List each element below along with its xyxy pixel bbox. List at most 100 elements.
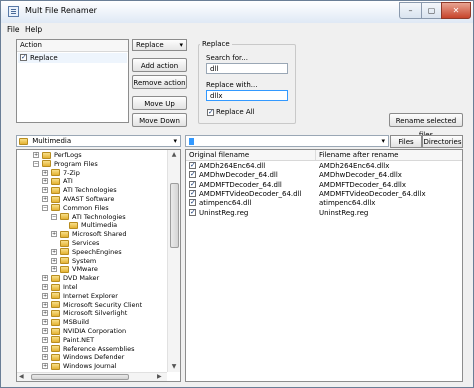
tree-item[interactable]: + Windows Defender [42, 353, 124, 361]
tree-horizontal-scrollbar[interactable]: ◀ ▶ [17, 372, 167, 381]
expand-icon[interactable]: + [51, 257, 57, 264]
expand-icon[interactable]: + [42, 196, 48, 202]
filter-dropdown[interactable]: ▾ [185, 135, 389, 147]
tree-item-label: NVIDIA Corporation [63, 327, 127, 335]
action-row-replace[interactable]: ✓ Replace [18, 53, 127, 63]
expand-icon[interactable]: + [42, 354, 48, 361]
title-bar[interactable]: Mult File Renamer – ▢ ✕ [1, 1, 473, 23]
collapse-icon[interactable]: − [51, 213, 57, 220]
expand-icon[interactable]: + [42, 301, 48, 308]
action-list-header[interactable]: Action [17, 40, 128, 52]
tree-scroll-thumb[interactable] [170, 183, 179, 248]
tree-item[interactable]: + Microsoft Shared [51, 230, 127, 238]
tree-vertical-scrollbar[interactable]: ▲ ▼ [167, 150, 180, 372]
folder-icon [51, 345, 60, 353]
expand-icon[interactable]: + [51, 266, 57, 273]
add-action-button[interactable]: Add action [132, 58, 187, 72]
tree-item-label: ATI Technologies [72, 212, 126, 221]
collapse-icon[interactable]: − [33, 160, 39, 167]
col-original-filename[interactable]: Original filename [189, 151, 249, 159]
replace-with-input[interactable]: dllx [206, 90, 288, 101]
action-type-dropdown[interactable]: Replace ▾ [132, 39, 187, 51]
file-checkbox[interactable]: ✓ [189, 171, 196, 179]
scroll-up-icon[interactable]: ▲ [168, 151, 180, 158]
tree-item[interactable]: + AVAST Software [42, 195, 115, 203]
scroll-left-icon[interactable]: ◀ [19, 373, 24, 380]
tree-item-label: DVD Maker [63, 274, 100, 283]
expand-icon[interactable]: + [42, 178, 48, 185]
tree-item[interactable]: + Internet Explorer [42, 291, 118, 300]
file-list[interactable]: Original filename Filename after rename … [185, 149, 463, 382]
tree-item[interactable]: − Program Files [33, 160, 98, 168]
tree-item[interactable]: + Paint.NET [42, 336, 94, 344]
tree-item[interactable]: + SpeechEngines [51, 248, 122, 256]
close-button[interactable]: ✕ [441, 2, 471, 19]
expand-icon[interactable]: + [42, 310, 48, 317]
expand-icon[interactable]: + [42, 169, 48, 176]
file-checkbox[interactable]: ✓ [189, 199, 196, 207]
action-list[interactable]: Action ✓ Replace [16, 39, 129, 123]
replace-group-label: Replace [200, 40, 232, 48]
tree-hscroll-thumb[interactable] [31, 374, 129, 380]
rename-selected-files-button[interactable]: Rename selected files [389, 113, 463, 139]
expand-icon[interactable]: + [42, 345, 48, 352]
expand-icon[interactable]: + [42, 319, 48, 326]
tree-item[interactable]: + MSBuild [42, 318, 89, 326]
tree-item[interactable]: Services [60, 239, 99, 247]
tree-item[interactable]: + Microsoft Silverlight [42, 309, 127, 317]
tree-item[interactable]: +7-Zip [42, 169, 80, 177]
path-dropdown[interactable]: Multimedia ▾ [16, 135, 181, 147]
tree-item-label: AVAST Software [63, 195, 115, 203]
expand-icon[interactable]: + [42, 328, 48, 334]
move-up-button[interactable]: Move Up [132, 96, 187, 110]
file-checkbox[interactable]: ✓ [189, 189, 196, 197]
menu-help[interactable]: Help [25, 25, 42, 34]
tree-item[interactable]: + System [51, 257, 96, 265]
expand-icon[interactable]: + [42, 187, 48, 194]
search-input[interactable]: dll [206, 63, 288, 74]
expand-icon[interactable]: + [42, 275, 48, 282]
file-checkbox[interactable]: ✓ [189, 180, 196, 188]
move-down-button[interactable]: Move Down [132, 113, 187, 127]
tree-item[interactable]: Multimedia [69, 221, 117, 229]
tree-item[interactable]: + Windows Journal [42, 362, 117, 370]
tab-directories[interactable]: Directories [422, 135, 463, 148]
collapse-icon[interactable]: − [42, 204, 48, 211]
replace-all-checkbox[interactable]: ✓ [207, 109, 214, 116]
tree-item[interactable]: + Microsoft Security Client [42, 301, 142, 309]
tree-item[interactable]: + VMware [51, 265, 98, 273]
file-row[interactable]: ✓ UninstReg.reg UninstReg.reg [186, 208, 462, 218]
scroll-down-icon[interactable]: ▼ [168, 363, 180, 370]
scroll-right-icon[interactable]: ▶ [157, 373, 162, 380]
minimize-button[interactable]: – [399, 2, 421, 19]
maximize-button[interactable]: ▢ [421, 2, 441, 19]
file-checkbox[interactable]: ✓ [189, 208, 196, 216]
expand-icon[interactable]: + [33, 152, 39, 158]
tree-item[interactable]: + ATI Technologies [42, 186, 117, 194]
folder-tree[interactable]: + PerfLogs − Program Files +7-Zip + ATI + ATI Te… [16, 149, 181, 382]
folder-icon [42, 151, 51, 159]
tree-item[interactable]: − Common Files [42, 204, 109, 212]
tree-item[interactable]: + NVIDIA Corporation [42, 327, 127, 335]
action-checkbox[interactable]: ✓ [20, 54, 27, 61]
tree-item[interactable]: − ATI Technologies [51, 212, 126, 221]
expand-icon[interactable]: + [51, 248, 57, 255]
expand-icon[interactable]: + [42, 292, 48, 299]
expand-icon[interactable]: + [42, 336, 48, 343]
col-filename-after-rename[interactable]: Filename after rename [319, 151, 398, 159]
tree-item[interactable]: + Reference Assemblies [42, 345, 134, 353]
expand-icon[interactable]: + [42, 363, 48, 370]
tree-item[interactable]: + PerfLogs [33, 151, 82, 159]
tree-item-label: ATI [63, 177, 73, 186]
file-checkbox[interactable]: ✓ [189, 162, 196, 169]
tree-item[interactable]: + Intel [42, 283, 77, 291]
expand-icon[interactable]: + [42, 284, 48, 290]
tree-item[interactable]: + DVD Maker [42, 274, 100, 283]
tab-files[interactable]: Files [390, 135, 422, 148]
tree-item-label: Internet Explorer [63, 291, 118, 300]
folder-icon [51, 195, 60, 203]
menu-file[interactable]: File [7, 25, 20, 34]
tree-item[interactable]: + ATI [42, 177, 73, 186]
remove-action-button[interactable]: Remove action [132, 75, 187, 89]
expand-icon[interactable]: + [51, 231, 57, 238]
